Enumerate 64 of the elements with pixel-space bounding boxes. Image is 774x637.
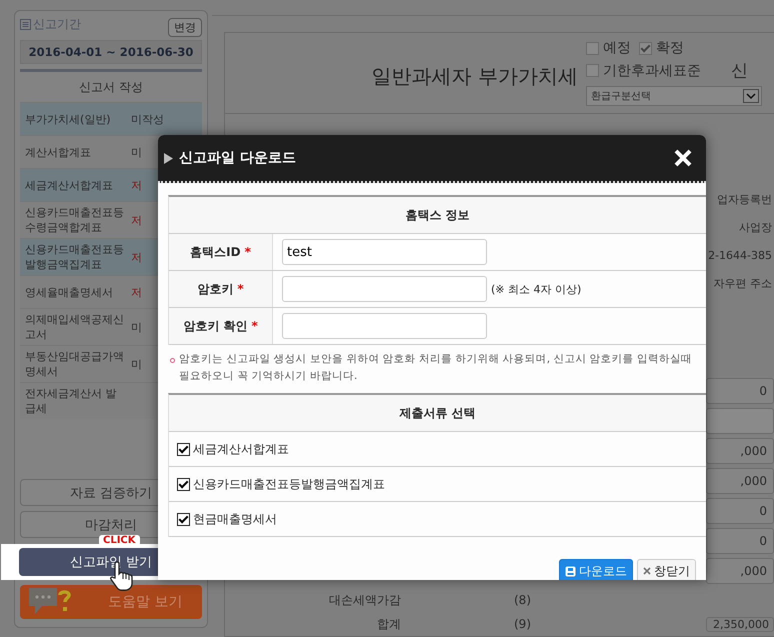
required-mark: * [237, 282, 244, 296]
page-title: 일반과세자 부가가치세 [370, 63, 579, 90]
form-name: 전자세금계산서 발급세 [24, 386, 118, 417]
list-icon [20, 19, 31, 30]
amount-field[interactable]: ,000 [706, 558, 774, 584]
info-cell-text: 사업장 [738, 220, 773, 236]
close-icon [643, 567, 651, 575]
input-field[interactable] [282, 276, 487, 302]
form-status: 미 [130, 144, 142, 160]
form-name: 의제매입세액공제신고서 [24, 312, 125, 343]
form-status: 저 [130, 212, 142, 228]
option-checkbox[interactable]: 기한후과세표준 [586, 62, 701, 80]
save-icon [565, 566, 576, 576]
row-number: (8) [513, 593, 531, 607]
form-status: 저 [130, 284, 142, 300]
row-label: 대손세액가감 [328, 592, 401, 608]
download-button[interactable]: 다운로드 [559, 559, 633, 580]
form-name: 신용카드매출전표등수령금액합계표 [24, 205, 125, 236]
amount-field[interactable]: 0 [706, 498, 774, 524]
help-button[interactable]: 도움말 보기 [20, 585, 202, 619]
triangle-icon [164, 152, 173, 164]
amount-field[interactable]: 0 [706, 378, 774, 404]
required-mark: * [251, 319, 258, 333]
period-range: 2016-04-01 ~ 2016-06-30 [20, 40, 202, 64]
heading-fragment: 신 [731, 60, 748, 82]
row-number: (9) [513, 617, 531, 631]
form-name: 신용카드매출전표등발행금액집계표 [24, 242, 125, 273]
form-name: 계산서합계표 [24, 144, 92, 160]
bullet-icon [170, 358, 175, 363]
info-cell-text: 자우편 주소 [712, 276, 773, 292]
close-icon[interactable] [674, 149, 692, 167]
input-field[interactable]: test [282, 239, 487, 265]
form-name: 영세율매출명세서 [24, 284, 114, 300]
amount-field[interactable]: ,000 [706, 438, 774, 464]
close-button[interactable]: 창닫기 [637, 559, 696, 580]
form-row[interactable]: 부가가치세(일반) 미작성 [20, 102, 202, 135]
document-checkbox[interactable]: 세금계산서합계표 [177, 440, 289, 458]
click-tooltip: CLICK [99, 535, 140, 546]
row-label: 합계 [376, 616, 401, 632]
refund-select[interactable]: 환급구분선택 [586, 86, 762, 106]
amount-field[interactable] [706, 408, 774, 434]
form-name: 부동산임대공급가액명세서 [24, 349, 125, 380]
info-cell-text: 업자등록번 [716, 192, 773, 208]
period-label: 신고기간 [33, 16, 81, 33]
change-button[interactable]: 변경 [168, 18, 202, 37]
form-status: 저 [130, 178, 142, 192]
amount-field[interactable]: 0 [706, 528, 774, 554]
input-field[interactable] [282, 313, 487, 339]
option-checkbox[interactable]: 예정 [586, 39, 631, 57]
form-status: 저 [130, 250, 142, 264]
info-cell-text: 2-1644-385 [707, 248, 773, 264]
section-heading: 제출서류 선택 [169, 395, 706, 432]
field-hint: (※ 최소 4자 이상) [491, 282, 582, 296]
option-checkbox[interactable]: 확정 [639, 39, 684, 57]
form-name: 세금계산서합계표 [24, 178, 114, 194]
section-heading: 홈택스 정보 [169, 197, 706, 234]
required-mark: * [244, 245, 251, 259]
form-status: 미작성 [130, 112, 164, 126]
amount-field[interactable]: ,000 [706, 468, 774, 494]
form-status: 미 [130, 356, 142, 372]
form-name: 부가가치세(일반) [24, 112, 112, 128]
form-status: 미 [130, 320, 142, 334]
amount-field[interactable]: 2,350,000 [706, 616, 774, 632]
chevron-down-icon [743, 89, 759, 103]
